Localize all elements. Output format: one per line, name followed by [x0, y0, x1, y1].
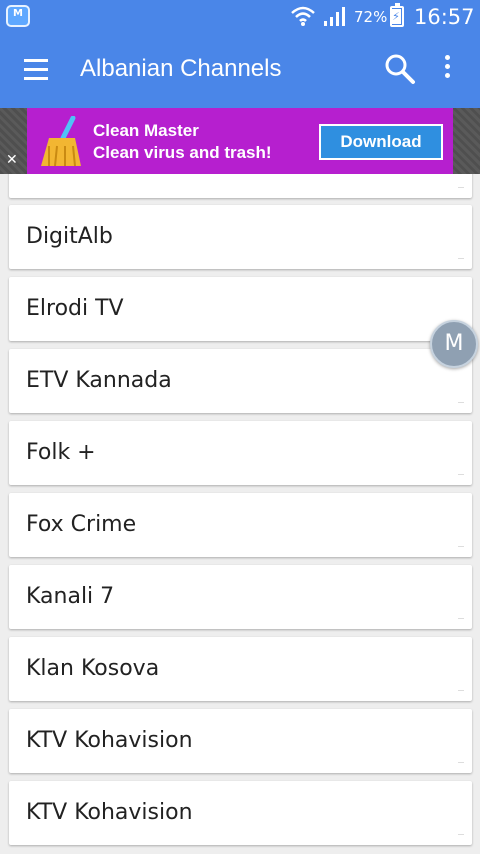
ad-banner: Clean Master Clean virus and trash! Down… [0, 108, 480, 174]
list-item-corner [458, 834, 464, 835]
status-bar: 72% 16:57 [0, 0, 480, 33]
list-item-corner [458, 690, 464, 691]
ad-close-icon[interactable]: ✕ [6, 152, 18, 168]
list-item-corner [458, 187, 464, 188]
channel-list[interactable]: Digi… DigitAlb Elrodi TV ETV Kannada Fol… [0, 174, 480, 854]
search-icon[interactable] [382, 51, 418, 87]
list-item-corner [458, 258, 464, 259]
overflow-menu-icon[interactable] [432, 51, 462, 87]
list-item-corner [458, 762, 464, 763]
list-item[interactable]: KTV Kohavision [9, 709, 472, 773]
list-item[interactable]: Folk + [9, 421, 472, 485]
list-item-label: Folk + [26, 440, 96, 465]
ad-headline: Clean Master [93, 121, 199, 140]
list-item[interactable]: Klan Kosova [9, 637, 472, 701]
page-title: Albanian Channels [80, 55, 282, 82]
list-item[interactable]: Digi… [9, 174, 472, 198]
signal-icon [324, 7, 345, 26]
battery-charging-icon [390, 3, 404, 27]
list-item-corner [458, 618, 464, 619]
battery-percentage: 72% [354, 8, 388, 26]
list-item-label: Elrodi TV [26, 296, 124, 321]
list-item-label: Kanali 7 [26, 584, 115, 609]
hamburger-menu-icon[interactable] [20, 53, 52, 87]
wifi-icon [291, 6, 315, 26]
list-item-corner [458, 474, 464, 475]
list-item-label: Fox Crime [26, 512, 137, 537]
ad-content[interactable]: Clean Master Clean virus and trash! Down… [27, 108, 453, 174]
broom-icon [41, 116, 81, 167]
list-item[interactable]: KTV Kohavision [9, 781, 472, 845]
list-item[interactable]: Kanali 7 [9, 565, 472, 629]
list-item-corner [458, 402, 464, 403]
app-notification-icon [6, 5, 30, 27]
list-item[interactable]: DigitAlb [9, 205, 472, 269]
list-item-label: ETV Kannada [26, 368, 172, 393]
list-item-label: KTV Kohavision [26, 728, 193, 753]
list-item[interactable]: Elrodi TV [9, 277, 472, 341]
app-bar: Albanian Channels [0, 33, 480, 108]
floating-m-button[interactable]: M [430, 320, 478, 368]
list-item-label: DigitAlb [26, 224, 113, 249]
list-item-label: Klan Kosova [26, 656, 160, 681]
ad-subline: Clean virus and trash! [93, 143, 272, 162]
clock: 16:57 [414, 5, 475, 29]
download-button[interactable]: Download [319, 124, 443, 160]
list-item-corner [458, 546, 464, 547]
list-item-label: KTV Kohavision [26, 800, 193, 825]
list-item[interactable]: ETV Kannada [9, 349, 472, 413]
floating-button-label: M [444, 331, 464, 356]
list-item[interactable]: Fox Crime [9, 493, 472, 557]
